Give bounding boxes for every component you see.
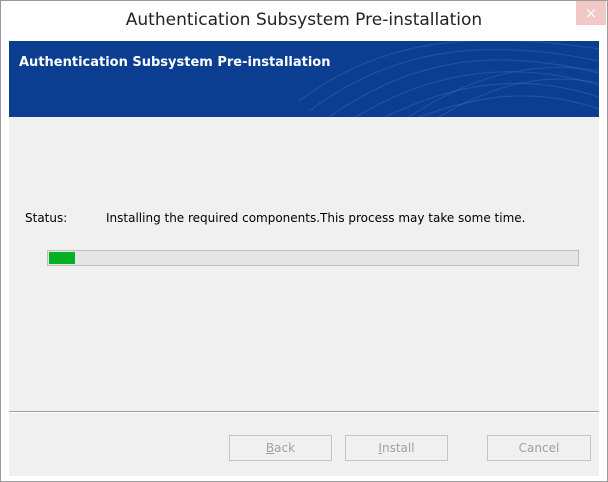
progress-fill (49, 252, 75, 264)
back-button-mnemonic: B (265, 441, 275, 455)
install-button[interactable]: Install (345, 435, 448, 461)
progress-bar (47, 250, 579, 266)
close-icon: × (584, 4, 598, 22)
content-panel: Status: Installing the required componen… (9, 117, 599, 476)
back-button[interactable]: Back (229, 435, 332, 461)
cancel-button-label: Cancel (518, 441, 560, 455)
back-button-label: ack (274, 441, 296, 455)
status-message: Installing the required components.This … (106, 211, 526, 225)
title-bar[interactable]: Authentication Subsystem Pre-installatio… (1, 1, 607, 41)
install-button-label: nstall (381, 441, 415, 455)
cancel-button[interactable]: Cancel (487, 435, 591, 461)
footer-separator (9, 411, 599, 413)
banner-swoosh-graphic (298, 41, 599, 117)
status-label: Status: (25, 211, 68, 225)
close-button[interactable]: × (576, 1, 606, 25)
installer-window: Authentication Subsystem Pre-installatio… (0, 0, 608, 482)
banner-title: Authentication Subsystem Pre-installatio… (19, 55, 331, 70)
window-title: Authentication Subsystem Pre-installatio… (125, 10, 483, 30)
header-banner: Authentication Subsystem Pre-installatio… (9, 41, 599, 117)
